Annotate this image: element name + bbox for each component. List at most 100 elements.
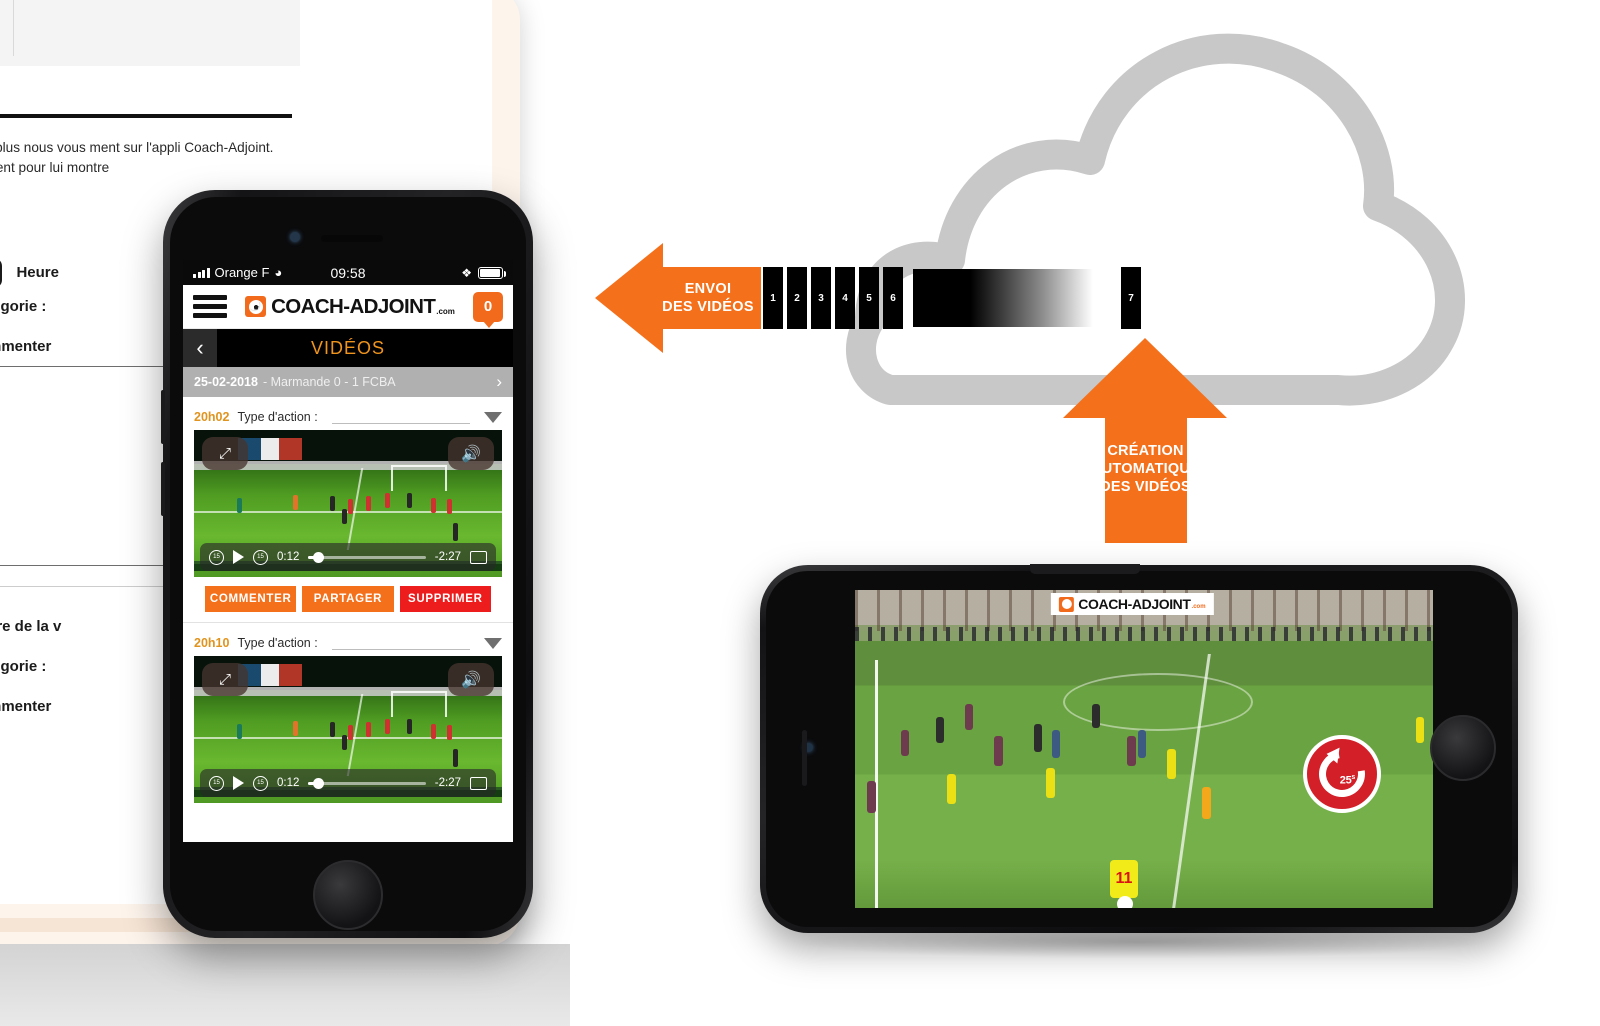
landscape-phone-screen: 11 COACH-ADJOINT .com 25s	[855, 590, 1433, 908]
play-icon[interactable]	[233, 550, 244, 564]
play-icon[interactable]	[233, 776, 244, 790]
send-arrow-line-2: DES VIDÉOS	[662, 299, 754, 315]
film-frame: 4	[835, 267, 855, 329]
notification-badge[interactable]: 0	[473, 291, 503, 328]
hour-label: Heure	[16, 264, 59, 282]
hamburger-menu-icon[interactable]	[193, 295, 227, 318]
document-form-block-1: 👍 Heure	[0, 258, 59, 288]
match-teams: - Marmande 0 - 1 FCBA	[262, 375, 396, 389]
video-time: 20h02	[194, 410, 230, 424]
brand-logo: COACH-ADJOINT .com	[235, 295, 465, 319]
document-tab-2[interactable]: 03 FIL DU MATCH EN VIDÉO COMMENTAIRES	[0, 0, 15, 56]
device-shadow	[790, 925, 1490, 959]
title-bar-spacer	[479, 329, 513, 367]
comment-label: Commenter	[0, 338, 52, 355]
phone-home-button[interactable]	[313, 860, 383, 930]
category-label: Catégorie :	[0, 298, 47, 315]
screen-title-bar: ‹ VIDÉOS	[183, 329, 513, 367]
earpiece-speaker	[321, 235, 383, 242]
video-item-1: 20h02 Type d'action : ⤢ 🔊 15 15 0:12 -2:…	[183, 397, 513, 622]
volume-down-button[interactable]	[161, 462, 165, 516]
rewind-15-icon[interactable]: 15	[209, 775, 224, 791]
chevron-down-icon[interactable]	[484, 411, 502, 423]
phone-screen: Orange F ◕ 09:58 ❖ COACH-ADJOINT .com 0	[183, 260, 513, 842]
battery-icon	[478, 266, 506, 279]
forward-15-icon[interactable]: 15	[253, 775, 268, 791]
share-button[interactable]: PARTAGER	[302, 586, 394, 612]
video-player-1[interactable]: ⤢ 🔊 15 15 0:12 -2:27	[194, 430, 502, 577]
delete-button[interactable]: SUPPRIMER	[399, 586, 491, 612]
jersey-number: 11	[1115, 870, 1133, 887]
soccer-ball-icon	[245, 296, 267, 317]
rewind-15-icon[interactable]: 15	[209, 549, 224, 565]
replay-icon[interactable]: 25s	[1303, 735, 1381, 813]
send-videos-arrow: ENVOI DES VIDÉOS	[595, 243, 761, 353]
watermark-brand: COACH-ADJOINT	[1078, 596, 1191, 612]
brand-name: COACH-ADJOINT	[271, 294, 436, 318]
document-tab-strip: H ENTAIRES TCHS 03 FIL DU MATCH EN VIDÉO…	[0, 0, 300, 66]
film-frame: 2	[787, 267, 807, 329]
video-meta-row: 20h10 Type d'action :	[194, 630, 502, 656]
video-watermark-logo: COACH-ADJOINT .com	[1051, 593, 1214, 615]
bluetooth-icon: ❖	[461, 265, 472, 280]
chevron-right-icon: ›	[496, 372, 502, 391]
hour2-label: Heure de la v	[0, 618, 62, 635]
status-bar: Orange F ◕ 09:58 ❖	[183, 260, 513, 285]
front-camera-icon	[290, 232, 300, 242]
speaker-icon[interactable]: 🔊	[448, 663, 494, 696]
progress-slider[interactable]	[308, 551, 426, 563]
action-type-select[interactable]	[331, 410, 470, 424]
side-button[interactable]	[802, 730, 807, 786]
document-paragraph: vidéos de votre match et les trier par c…	[0, 140, 274, 175]
touchline	[875, 659, 879, 908]
film-fade-gradient	[913, 269, 1093, 327]
action-type-label: Type d'action :	[237, 410, 318, 424]
film-frame-last: 7	[1121, 267, 1141, 329]
up-arrow-line-3: DES VIDÉOS	[1100, 479, 1191, 495]
up-arrow-line-1: CRÉATION	[1107, 443, 1184, 459]
soccer-ball-icon	[1059, 596, 1075, 612]
video-action-row: COMMENTER PARTAGER SUPPRIMER	[194, 577, 502, 622]
watermark-suffix: .com	[1191, 604, 1206, 610]
infographic-canvas: H ENTAIRES TCHS 03 FIL DU MATCH EN VIDÉO…	[0, 0, 1600, 1026]
progress-slider[interactable]	[308, 777, 426, 789]
forward-15-icon[interactable]: 15	[253, 549, 268, 565]
comment-button[interactable]: COMMENTER	[205, 586, 297, 612]
comment2-label: Commenter	[0, 698, 52, 715]
current-time: 0:12	[277, 551, 300, 563]
video-control-bar[interactable]: 15 15 0:12 -2:27	[200, 769, 496, 797]
speaker-icon[interactable]: 🔊	[448, 437, 494, 470]
current-time: 0:12	[277, 777, 300, 789]
player-jersey: 11	[1110, 860, 1138, 898]
phone-home-button[interactable]	[1430, 715, 1496, 781]
action-type-label: Type d'action :	[237, 636, 318, 650]
up-arrow-line-2: AUTOMATIQUE	[1091, 461, 1200, 477]
film-frame: 3	[811, 267, 831, 329]
crowd-line	[855, 626, 1433, 641]
portrait-phone-device: Orange F ◕ 09:58 ❖ COACH-ADJOINT .com 0	[161, 190, 533, 938]
badge-count: 0	[483, 298, 493, 315]
remaining-time: -2:27	[434, 551, 461, 563]
soccer-ball	[1117, 896, 1133, 908]
airplay-icon[interactable]	[470, 776, 487, 790]
chevron-left-icon[interactable]: ‹	[183, 335, 217, 361]
auto-creation-arrow: CRÉATION AUTOMATIQUE DES VIDÉOS	[1063, 338, 1228, 543]
fullscreen-icon[interactable]: ⤢	[202, 663, 248, 696]
earpiece-speaker	[1030, 564, 1140, 574]
replay-seconds: 25s	[1339, 774, 1356, 787]
landscape-phone-device: 11 COACH-ADJOINT .com 25s	[760, 564, 1518, 933]
category2-label: Catégorie :	[0, 658, 47, 675]
volume-up-button[interactable]	[161, 390, 165, 444]
action-type-select[interactable]	[331, 636, 470, 650]
brand-suffix: .com	[436, 306, 455, 316]
video-player-2[interactable]: ⤢ 🔊 15 15 0:12 -2:27	[194, 656, 502, 803]
fullscreen-icon[interactable]: ⤢	[202, 437, 248, 470]
document-divider-rule	[0, 114, 292, 118]
airplay-icon[interactable]	[470, 550, 487, 564]
match-selector-row[interactable]: 25-02-2018 - Marmande 0 - 1 FCBA ›	[183, 367, 513, 397]
chevron-down-icon[interactable]	[484, 637, 502, 649]
film-frame: 1	[763, 267, 783, 329]
remaining-time: -2:27	[434, 777, 461, 789]
video-control-bar[interactable]: 15 15 0:12 -2:27	[200, 543, 496, 571]
match-date: 25-02-2018	[194, 375, 258, 389]
